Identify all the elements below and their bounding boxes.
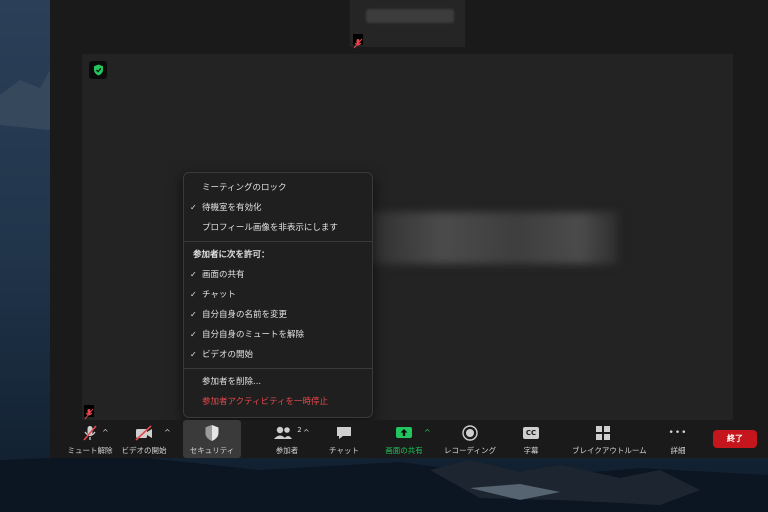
menu-item-allow-start-video[interactable]: ✓ ビデオの開始 xyxy=(184,346,372,364)
menu-item-label: プロフィール画像を非表示にします xyxy=(202,223,338,233)
security-shield-icon[interactable] xyxy=(89,61,107,79)
chat-bubble-icon xyxy=(337,427,351,439)
checkmark-icon: ✓ xyxy=(190,350,197,359)
end-meeting-button[interactable]: 終了 xyxy=(713,430,757,448)
blurred-participant-name xyxy=(366,9,454,23)
chat-button[interactable]: チャット xyxy=(326,420,362,458)
muted-mic-icon xyxy=(83,425,97,441)
menu-item-label: 画面の共有 xyxy=(202,270,245,280)
menu-item-label: 自分自身のミュートを解除 xyxy=(202,330,305,340)
record-icon xyxy=(462,425,478,441)
video-stage xyxy=(82,54,733,420)
start-video-button[interactable]: ビデオの開始 xyxy=(122,420,167,458)
share-options-caret-icon[interactable]: ^ xyxy=(424,428,431,437)
share-screen-button[interactable]: 画面の共有 xyxy=(385,420,423,458)
menu-item-label: 参加者アクティビティを一時停止 xyxy=(202,397,329,407)
menu-item-label: 自分自身の名前を変更 xyxy=(202,310,288,320)
toolbar-label: ミュート解除 xyxy=(67,446,113,455)
security-menu: ミーティングのロック ✓ 待機室を有効化 プロフィール画像を非表示にします 参加… xyxy=(183,172,373,418)
participant-thumbnail[interactable] xyxy=(350,0,465,49)
menu-item-allow-unmute[interactable]: ✓ 自分自身のミュートを解除 xyxy=(184,326,372,344)
toolbar-label: セキュリティ xyxy=(189,446,235,455)
video-off-icon xyxy=(135,425,152,441)
menu-item-allow-chat[interactable]: ✓ チャット xyxy=(184,286,372,304)
checkmark-icon: ✓ xyxy=(190,290,197,299)
menu-item-label: 待機室を有効化 xyxy=(202,203,262,213)
security-button[interactable]: セキュリティ xyxy=(183,420,241,458)
checkmark-icon: ✓ xyxy=(190,203,197,212)
unmute-button[interactable]: ミュート解除 xyxy=(68,420,113,458)
menu-item-allow-screen-share[interactable]: ✓ 画面の共有 xyxy=(184,266,372,284)
menu-item-lock-meeting[interactable]: ミーティングのロック xyxy=(184,179,372,197)
toolbar-label: 参加者 xyxy=(275,446,299,455)
toolbar-label: チャット xyxy=(329,446,359,455)
menu-item-label: 参加者を削除... xyxy=(202,377,262,387)
captions-button[interactable]: CC 字幕 xyxy=(514,420,548,458)
menu-item-suspend-activities[interactable]: 参加者アクティビティを一時停止 xyxy=(184,393,372,411)
more-dots-icon: ••• xyxy=(668,428,688,438)
meeting-toolbar: ミュート解除 ^ ビデオの開始 ^ セキュリティ 2 参加者 ^ チャット 画面… xyxy=(50,420,768,458)
participant-count: 2 xyxy=(297,426,302,434)
checkmark-icon: ✓ xyxy=(190,270,197,279)
muted-mic-icon xyxy=(353,34,363,49)
share-screen-icon xyxy=(396,427,412,438)
blurred-speaker-name xyxy=(366,212,618,264)
meeting-window xyxy=(50,0,768,458)
menu-item-label: ビデオの開始 xyxy=(202,350,254,360)
video-options-caret-icon[interactable]: ^ xyxy=(164,428,171,437)
participants-button[interactable]: 2 参加者 xyxy=(265,420,309,458)
menu-item-hide-profile-pictures[interactable]: プロフィール画像を非表示にします xyxy=(184,219,372,237)
toolbar-label: ビデオの開始 xyxy=(121,446,167,455)
toolbar-label: 字幕 xyxy=(523,446,539,455)
allow-participants-header: 参加者に次を許可： xyxy=(193,250,270,260)
participants-icon xyxy=(274,426,293,439)
menu-divider xyxy=(184,241,372,242)
menu-item-label: チャット xyxy=(202,290,236,300)
checkmark-icon: ✓ xyxy=(190,330,197,339)
menu-item-label: ミーティングのロック xyxy=(202,183,287,193)
closed-captions-icon: CC xyxy=(522,427,540,439)
toolbar-label: ブレイクアウトルーム xyxy=(572,446,647,455)
self-muted-icon xyxy=(84,405,94,420)
toolbar-label: 詳細 xyxy=(670,446,686,455)
menu-divider xyxy=(184,368,372,369)
shield-icon xyxy=(205,425,219,441)
checkmark-icon: ✓ xyxy=(190,310,197,319)
menu-item-remove-participant[interactable]: 参加者を削除... xyxy=(184,373,372,391)
menu-item-allow-rename[interactable]: ✓ 自分自身の名前を変更 xyxy=(184,306,372,324)
participants-options-caret-icon[interactable]: ^ xyxy=(303,428,310,437)
more-button[interactable]: ••• 詳細 xyxy=(661,420,695,458)
breakout-rooms-button[interactable]: ブレイクアウトルーム xyxy=(572,420,647,458)
menu-item-enable-waiting-room[interactable]: ✓ 待機室を有効化 xyxy=(184,199,372,217)
toolbar-label: レコーディング xyxy=(444,446,496,455)
audio-options-caret-icon[interactable]: ^ xyxy=(102,428,109,437)
toolbar-label: 画面の共有 xyxy=(385,446,423,455)
record-button[interactable]: レコーディング xyxy=(444,420,496,458)
breakout-rooms-grid-icon xyxy=(596,426,610,440)
